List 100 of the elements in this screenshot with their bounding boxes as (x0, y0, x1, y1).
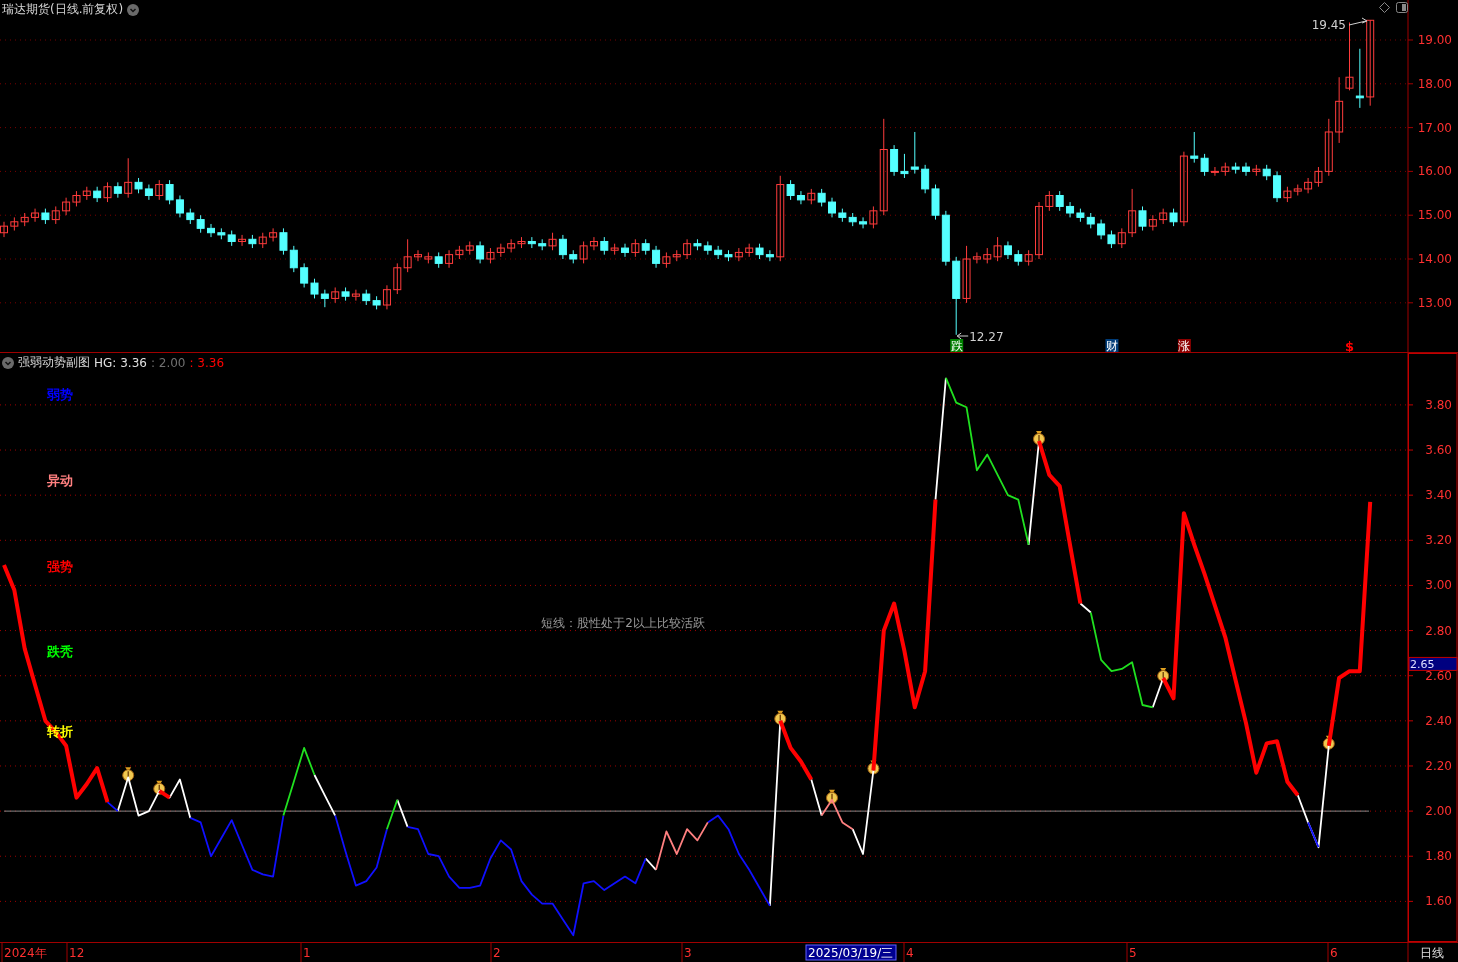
candlestick (786, 179, 795, 201)
candlestick (1066, 201, 1075, 218)
price-axis-label: 14.00 (1417, 252, 1452, 266)
candlestick (1273, 170, 1282, 203)
chart-title: 瑞达期货(日线.前复权) (2, 1, 124, 18)
candlestick (1138, 205, 1147, 232)
dropdown-icon[interactable] (2, 356, 14, 369)
axis-label: 3.60 (1425, 443, 1452, 458)
candlestick (351, 289, 360, 302)
candlestick (683, 238, 692, 260)
candlestick (776, 175, 785, 262)
candlestick (476, 240, 485, 264)
candlestick (1024, 249, 1033, 267)
candlestick (165, 179, 174, 205)
candlestick (869, 205, 878, 229)
price-axis-label: 18.00 (1417, 76, 1452, 91)
candlestick (972, 251, 981, 264)
candlestick (403, 238, 412, 273)
candlestick (1314, 166, 1323, 188)
high-price-label: 19.45 (1311, 18, 1346, 32)
candlestick (1128, 188, 1137, 238)
candlestick (962, 245, 971, 304)
signal-badge: 涨 (1177, 339, 1191, 352)
candlestick (579, 240, 588, 264)
candlestick (1055, 190, 1064, 212)
indicator-value: HG: 3.36 (94, 355, 147, 370)
arrow-icon (1348, 17, 1368, 26)
axis-label: 1.80 (1425, 849, 1452, 864)
cursor-value-tag: 2.65 (1408, 656, 1458, 672)
note-text: 短线：股性处于2以上比较活跃 (541, 616, 705, 630)
candlestick (527, 236, 536, 249)
arrow-icon (956, 332, 969, 340)
axis-label: 2.00 (1425, 804, 1452, 819)
candlestick (652, 245, 661, 269)
candlestick (320, 289, 329, 308)
candlestick (31, 208, 40, 223)
candlestick (558, 234, 567, 260)
zone-label: 异动 (47, 473, 73, 488)
price-axis-label: 19.00 (1417, 33, 1452, 47)
candlestick (0, 221, 8, 238)
candlestick (175, 194, 184, 218)
candlestick (662, 251, 671, 269)
diamond-icon[interactable] (1379, 2, 1390, 13)
indicator-title: 强弱动势副图 (18, 354, 90, 371)
candlestick (1148, 214, 1157, 232)
candlestick (1242, 162, 1250, 177)
candlestick (103, 181, 112, 203)
candlestick (144, 184, 153, 201)
candlestick (1324, 118, 1333, 177)
time-axis-label: 1 (303, 946, 311, 960)
time-axis-label: 6 (1330, 946, 1338, 960)
indicator-value: : 3.36 (189, 355, 225, 370)
low-price-label: 12.27 (969, 330, 1004, 344)
candlestick (1190, 131, 1199, 164)
candlestick (238, 234, 247, 247)
candlestick (414, 249, 422, 262)
candlestick (828, 197, 836, 218)
time-axis-label: 5 (1129, 946, 1137, 960)
candlestick (921, 164, 930, 194)
axis-label: 1.60 (1425, 894, 1452, 909)
period-label: 日线 (1420, 946, 1444, 960)
candlestick (10, 216, 19, 232)
cursor-date-label: 2025/03/19/三 (805, 944, 897, 961)
time-axis-label: 2024年 (4, 946, 47, 960)
candlestick (1097, 219, 1106, 240)
candlestick (289, 245, 298, 273)
axis-label: 3.00 (1425, 578, 1452, 593)
price-axis-label: 15.00 (1417, 208, 1452, 223)
time-axis-label: 4 (906, 946, 914, 960)
candlestick (393, 262, 402, 295)
candlestick (445, 249, 454, 269)
time-axis-label: 3 (684, 946, 692, 960)
axis-label: 2.40 (1425, 713, 1452, 728)
indicator-value: : 2.00 (150, 355, 186, 370)
candlestick (310, 278, 319, 299)
candlestick (382, 284, 391, 310)
axis-label: 3.40 (1425, 488, 1452, 503)
candlestick (269, 227, 278, 242)
candlestick (300, 262, 309, 288)
candlestick (796, 190, 805, 205)
candlestick (900, 153, 909, 179)
signal-glyph: $ (1345, 339, 1354, 352)
candlestick (621, 243, 629, 258)
candlestick (1304, 177, 1313, 194)
candlestick (155, 179, 164, 201)
dropdown-icon[interactable] (127, 3, 140, 16)
zone-label: 弱势 (47, 387, 73, 402)
candlestick (1117, 227, 1126, 249)
candlestick (1210, 166, 1219, 177)
axis-label: 2.20 (1425, 759, 1452, 773)
candlestick (1366, 19, 1375, 107)
axis-label: 2.80 (1425, 623, 1452, 638)
candlestick (859, 216, 868, 229)
zone-label: 强势 (47, 559, 73, 574)
candlestick (910, 131, 919, 175)
candlestick (1179, 151, 1188, 227)
candlestick (1355, 48, 1364, 109)
panel-toggle-icon[interactable] (1396, 2, 1408, 13)
time-axis-label: 12 (69, 946, 85, 960)
candlestick (890, 144, 899, 177)
